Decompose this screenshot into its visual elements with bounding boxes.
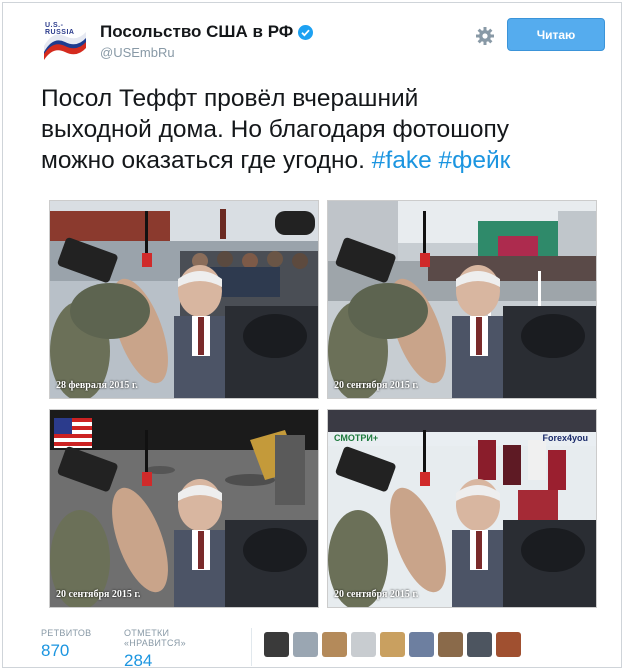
- liker-avatar[interactable]: [467, 632, 492, 657]
- liker-avatars: [264, 632, 521, 657]
- gear-icon[interactable]: [475, 26, 495, 46]
- photo-4-banner-right: Forex4you: [542, 433, 588, 443]
- hashtag-fake[interactable]: #fake: [372, 147, 432, 174]
- tweet-text-line1: Посол Теффт провёл вчерашний: [41, 85, 419, 112]
- liker-avatar[interactable]: [380, 632, 405, 657]
- liker-avatar[interactable]: [351, 632, 376, 657]
- liker-avatar[interactable]: [496, 632, 521, 657]
- photo-3-caption: 20 сентября 2015 г.: [56, 589, 141, 600]
- tweet-text-line2: выходной дома. Но благодаря фотошопу: [41, 116, 510, 143]
- likes-label: ОТМЕТКИ «НРАВИТСЯ»: [124, 628, 186, 648]
- stats-divider: [251, 628, 252, 666]
- hashtag-feik[interactable]: #фейк: [439, 147, 511, 174]
- liker-avatar[interactable]: [293, 632, 318, 657]
- tweet-header: U.S.-RUSSIA Посольство США в РФ @USEmbRu: [41, 18, 611, 64]
- photo-grid: 28 февраля 2015 г. 20 сентября 2015 г. 2…: [49, 200, 597, 608]
- account-name-block: Посольство США в РФ @USEmbRu: [100, 22, 314, 60]
- retweets-count[interactable]: 870: [41, 641, 91, 661]
- avatar[interactable]: U.S.-RUSSIA: [41, 20, 89, 60]
- tweet-text-line3-plain: можно оказаться где угодно.: [41, 147, 372, 174]
- retweets-stat[interactable]: РЕТВИТОВ 870: [41, 628, 91, 661]
- account-handle[interactable]: @USEmbRu: [100, 45, 313, 60]
- verified-badge-icon: [298, 24, 314, 40]
- tweet-text: Посол Теффт провёл вчерашний выходной до…: [41, 83, 601, 176]
- tweet-text-line3: можно оказаться где угодно. #fake #фейк: [41, 145, 601, 176]
- photo-3[interactable]: 20 сентября 2015 г.: [49, 409, 319, 608]
- liker-avatar[interactable]: [264, 632, 289, 657]
- liker-avatar[interactable]: [322, 632, 347, 657]
- follow-button[interactable]: Читаю: [507, 18, 605, 51]
- display-name-text[interactable]: Посольство США в РФ: [100, 22, 293, 42]
- photo-4-caption: 20 сентября 2015 г.: [334, 589, 419, 600]
- likes-stat[interactable]: ОТМЕТКИ «НРАВИТСЯ» 284: [124, 628, 186, 670]
- liker-avatar[interactable]: [409, 632, 434, 657]
- photo-4-banner-left: СМОТРИ+: [334, 433, 379, 443]
- display-name[interactable]: Посольство США в РФ: [100, 22, 314, 42]
- photo-4[interactable]: СМОТРИ+ Forex4you 20 сентября 2015 г.: [327, 409, 597, 608]
- likes-count[interactable]: 284: [124, 651, 186, 670]
- avatar-logo-text: U.S.-RUSSIA: [45, 22, 75, 36]
- liker-avatar[interactable]: [438, 632, 463, 657]
- retweets-label: РЕТВИТОВ: [41, 628, 92, 638]
- photo-2-caption: 20 сентября 2015 г.: [334, 380, 419, 391]
- photo-2[interactable]: 20 сентября 2015 г.: [327, 200, 597, 399]
- photo-1[interactable]: 28 февраля 2015 г.: [49, 200, 319, 399]
- photo-1-caption: 28 февраля 2015 г.: [56, 380, 138, 391]
